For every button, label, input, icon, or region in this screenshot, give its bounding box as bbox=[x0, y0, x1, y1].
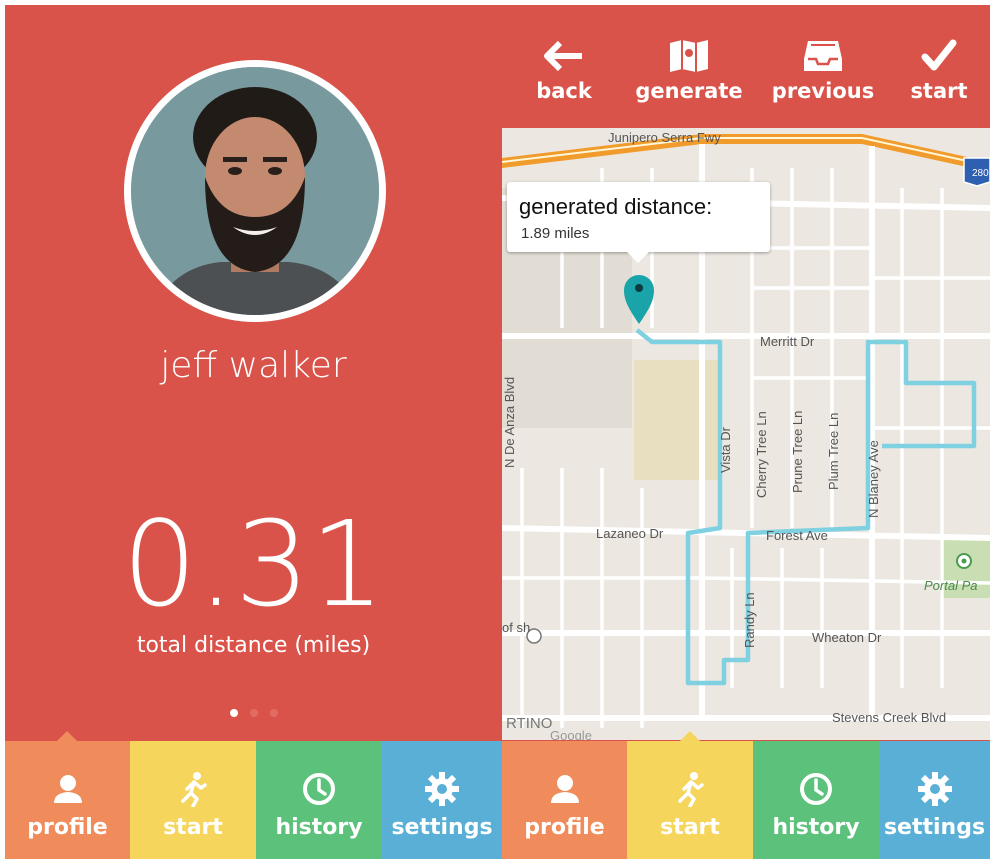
gear-icon bbox=[382, 769, 502, 809]
map-label-rtino: RTINO bbox=[506, 715, 552, 732]
person-icon bbox=[5, 769, 130, 809]
map-icon bbox=[634, 37, 744, 75]
tooltip-title: generated distance: bbox=[519, 194, 713, 219]
runner-icon bbox=[130, 769, 256, 809]
tab-profile[interactable]: profile bbox=[502, 741, 627, 859]
street-label-stevens: Stevens Creek Blvd bbox=[832, 710, 946, 725]
tab-label: settings bbox=[391, 815, 493, 840]
page-dot-active[interactable] bbox=[229, 709, 238, 717]
tab-label: settings bbox=[883, 815, 986, 840]
start-button[interactable]: start bbox=[902, 37, 976, 103]
back-button[interactable]: back bbox=[526, 37, 602, 103]
street-label-junipero: Junipero Serra Fwy bbox=[608, 130, 721, 145]
user-name: jeff walker bbox=[160, 345, 347, 386]
street-label-prune: Prune Tree Ln bbox=[790, 411, 805, 493]
tooltip-arrow bbox=[627, 252, 649, 263]
person-icon bbox=[502, 769, 627, 809]
previous-label: previous bbox=[771, 79, 875, 103]
active-tab-indicator bbox=[57, 731, 77, 741]
highway-shield-label: 280 bbox=[972, 168, 989, 179]
tab-settings[interactable]: settings bbox=[879, 741, 990, 859]
street-label-forest: Forest Ave bbox=[766, 528, 828, 543]
tab-label: profile bbox=[27, 815, 108, 840]
inbox-tray-icon bbox=[768, 37, 878, 75]
avatar-photo bbox=[131, 67, 379, 315]
total-distance-value: 0.31 bbox=[122, 495, 385, 633]
tab-label: profile bbox=[524, 815, 605, 840]
street-label-wheaton: Wheaton Dr bbox=[812, 630, 882, 645]
active-tab-indicator bbox=[680, 731, 700, 741]
street-label-randy: Randy Ln bbox=[742, 592, 757, 648]
tab-label: start bbox=[660, 815, 720, 840]
place-label-portal: Portal Pa bbox=[924, 578, 977, 593]
gear-icon bbox=[879, 769, 990, 809]
street-label-lazaneo: Lazaneo Dr bbox=[596, 526, 664, 541]
place-label-of-sh: of sh bbox=[502, 620, 530, 635]
google-logo: Google bbox=[550, 728, 592, 740]
back-label: back bbox=[536, 79, 592, 103]
street-label-blaney: N Blaney Ave bbox=[866, 440, 881, 518]
profile-panel: jeff walker 0.31 total distance (miles) bbox=[5, 5, 502, 741]
tab-start[interactable]: start bbox=[130, 741, 256, 859]
page-dot[interactable] bbox=[249, 709, 258, 717]
tab-start[interactable]: start bbox=[627, 731, 753, 859]
avatar bbox=[124, 60, 386, 322]
street-label-vista: Vista Dr bbox=[718, 426, 733, 473]
tooltip-value: 1.89 miles bbox=[521, 225, 590, 242]
clock-icon bbox=[753, 769, 879, 809]
checkmark-icon bbox=[902, 37, 976, 75]
page-indicator[interactable] bbox=[5, 702, 502, 721]
generated-distance-tooltip: generated distance: 1.89 miles bbox=[507, 182, 770, 263]
street-label-cherry: Cherry Tree Ln bbox=[754, 411, 769, 498]
street-label-merritt: Merritt Dr bbox=[760, 334, 815, 349]
tab-label: start bbox=[163, 815, 223, 840]
street-label-de-anza: N De Anza Blvd bbox=[502, 377, 517, 468]
generate-label: generate bbox=[635, 79, 743, 103]
runner-icon bbox=[627, 769, 753, 809]
tab-settings[interactable]: settings bbox=[382, 741, 502, 859]
start-label: start bbox=[910, 79, 968, 103]
street-label-plum: Plum Tree Ln bbox=[826, 413, 841, 490]
page-dot[interactable] bbox=[269, 709, 278, 717]
previous-button[interactable]: previous bbox=[768, 37, 878, 103]
total-distance-label: total distance (miles) bbox=[136, 633, 371, 658]
tab-label: history bbox=[772, 815, 860, 840]
generate-button[interactable]: generate bbox=[634, 37, 744, 103]
clock-icon bbox=[256, 769, 382, 809]
tab-label: history bbox=[275, 815, 363, 840]
arrow-left-icon bbox=[526, 37, 602, 75]
tab-history[interactable]: history bbox=[256, 741, 382, 859]
tab-history[interactable]: history bbox=[753, 741, 879, 859]
tab-profile[interactable]: profile bbox=[5, 731, 130, 859]
